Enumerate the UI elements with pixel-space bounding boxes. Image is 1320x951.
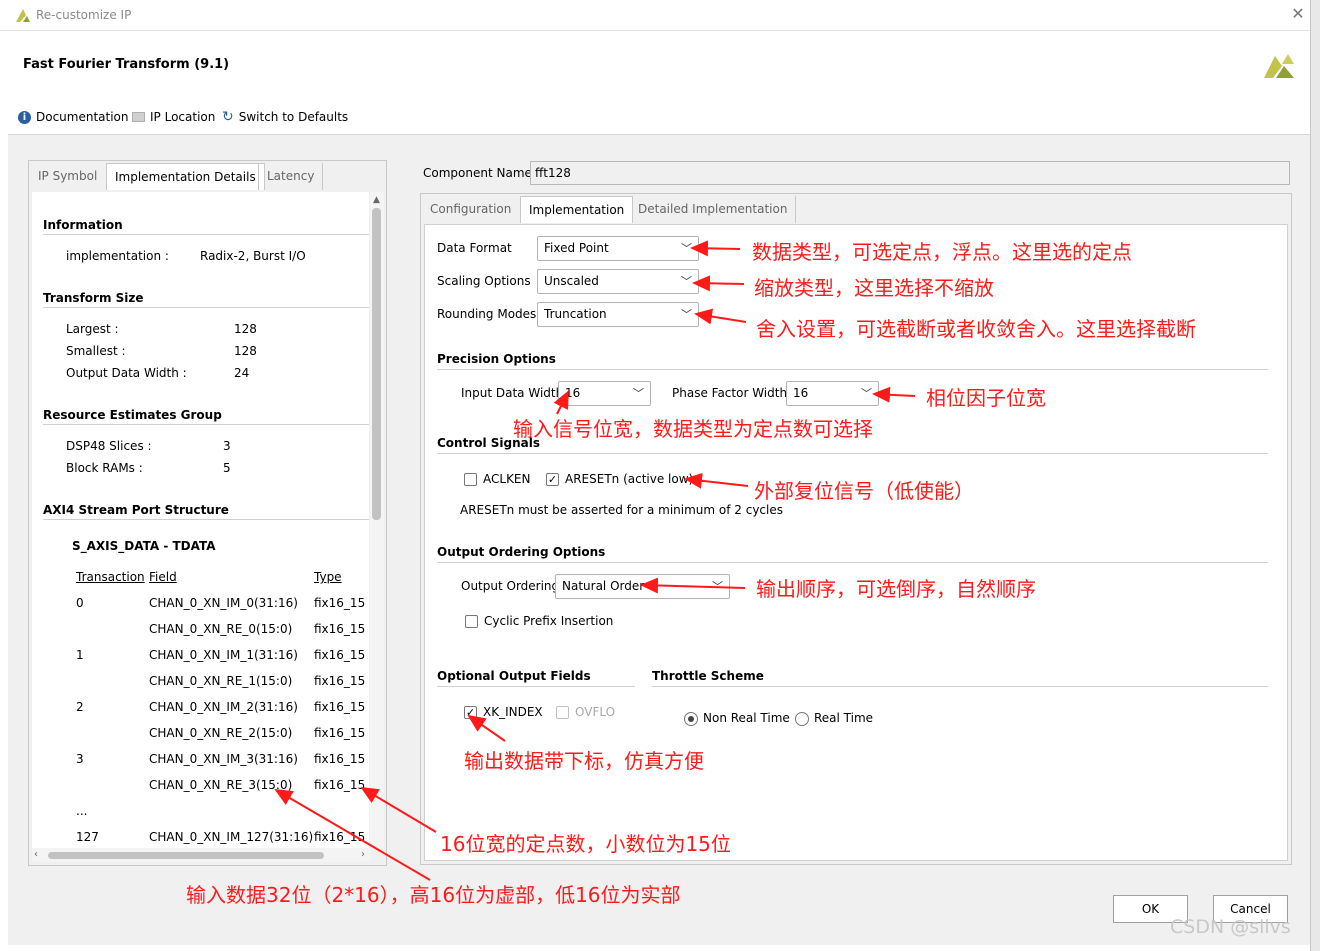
arrow-xk-index (467, 714, 506, 742)
arrow-output-ordering (640, 577, 746, 594)
background-strip (1310, 0, 1320, 951)
arrow-fixed-point-type (360, 786, 437, 833)
annotation-output-ordering: 输出顺序，可选倒序，自然顺序 (756, 577, 1036, 601)
arrow-input-width (553, 390, 569, 415)
arrow-scaling (692, 275, 745, 292)
arrow-aresetn (684, 472, 749, 489)
arrow-data-format (690, 240, 741, 257)
annotation-input-width: 输入信号位宽，数据类型为定点数可选择 (513, 417, 873, 441)
annotation-phase-width: 相位因子位宽 (926, 386, 1046, 410)
annotation-arrows (274, 240, 916, 881)
annotation-xk-index: 输出数据带下标，仿真方便 (464, 749, 704, 773)
annotation-rounding: 舍入设置，可选截断或者收敛舍入。这里选择截断 (756, 317, 1196, 341)
annotation-aresetn: 外部复位信号（低使能） (754, 479, 974, 503)
annotation-input-data: 输入数据32位（2*16），高16位为虚部，低16位为实部 (186, 883, 681, 907)
arrow-rounding (694, 308, 747, 325)
annotation-fixed-point-type: 16位宽的定点数，小数位为15位 (440, 832, 731, 856)
arrow-input-data (274, 788, 431, 881)
annotation-scaling: 缩放类型，这里选择不缩放 (754, 276, 994, 300)
arrow-phase-width (872, 386, 916, 403)
annotation-data-format: 数据类型，可选定点，浮点。这里选的定点 (752, 240, 1132, 264)
